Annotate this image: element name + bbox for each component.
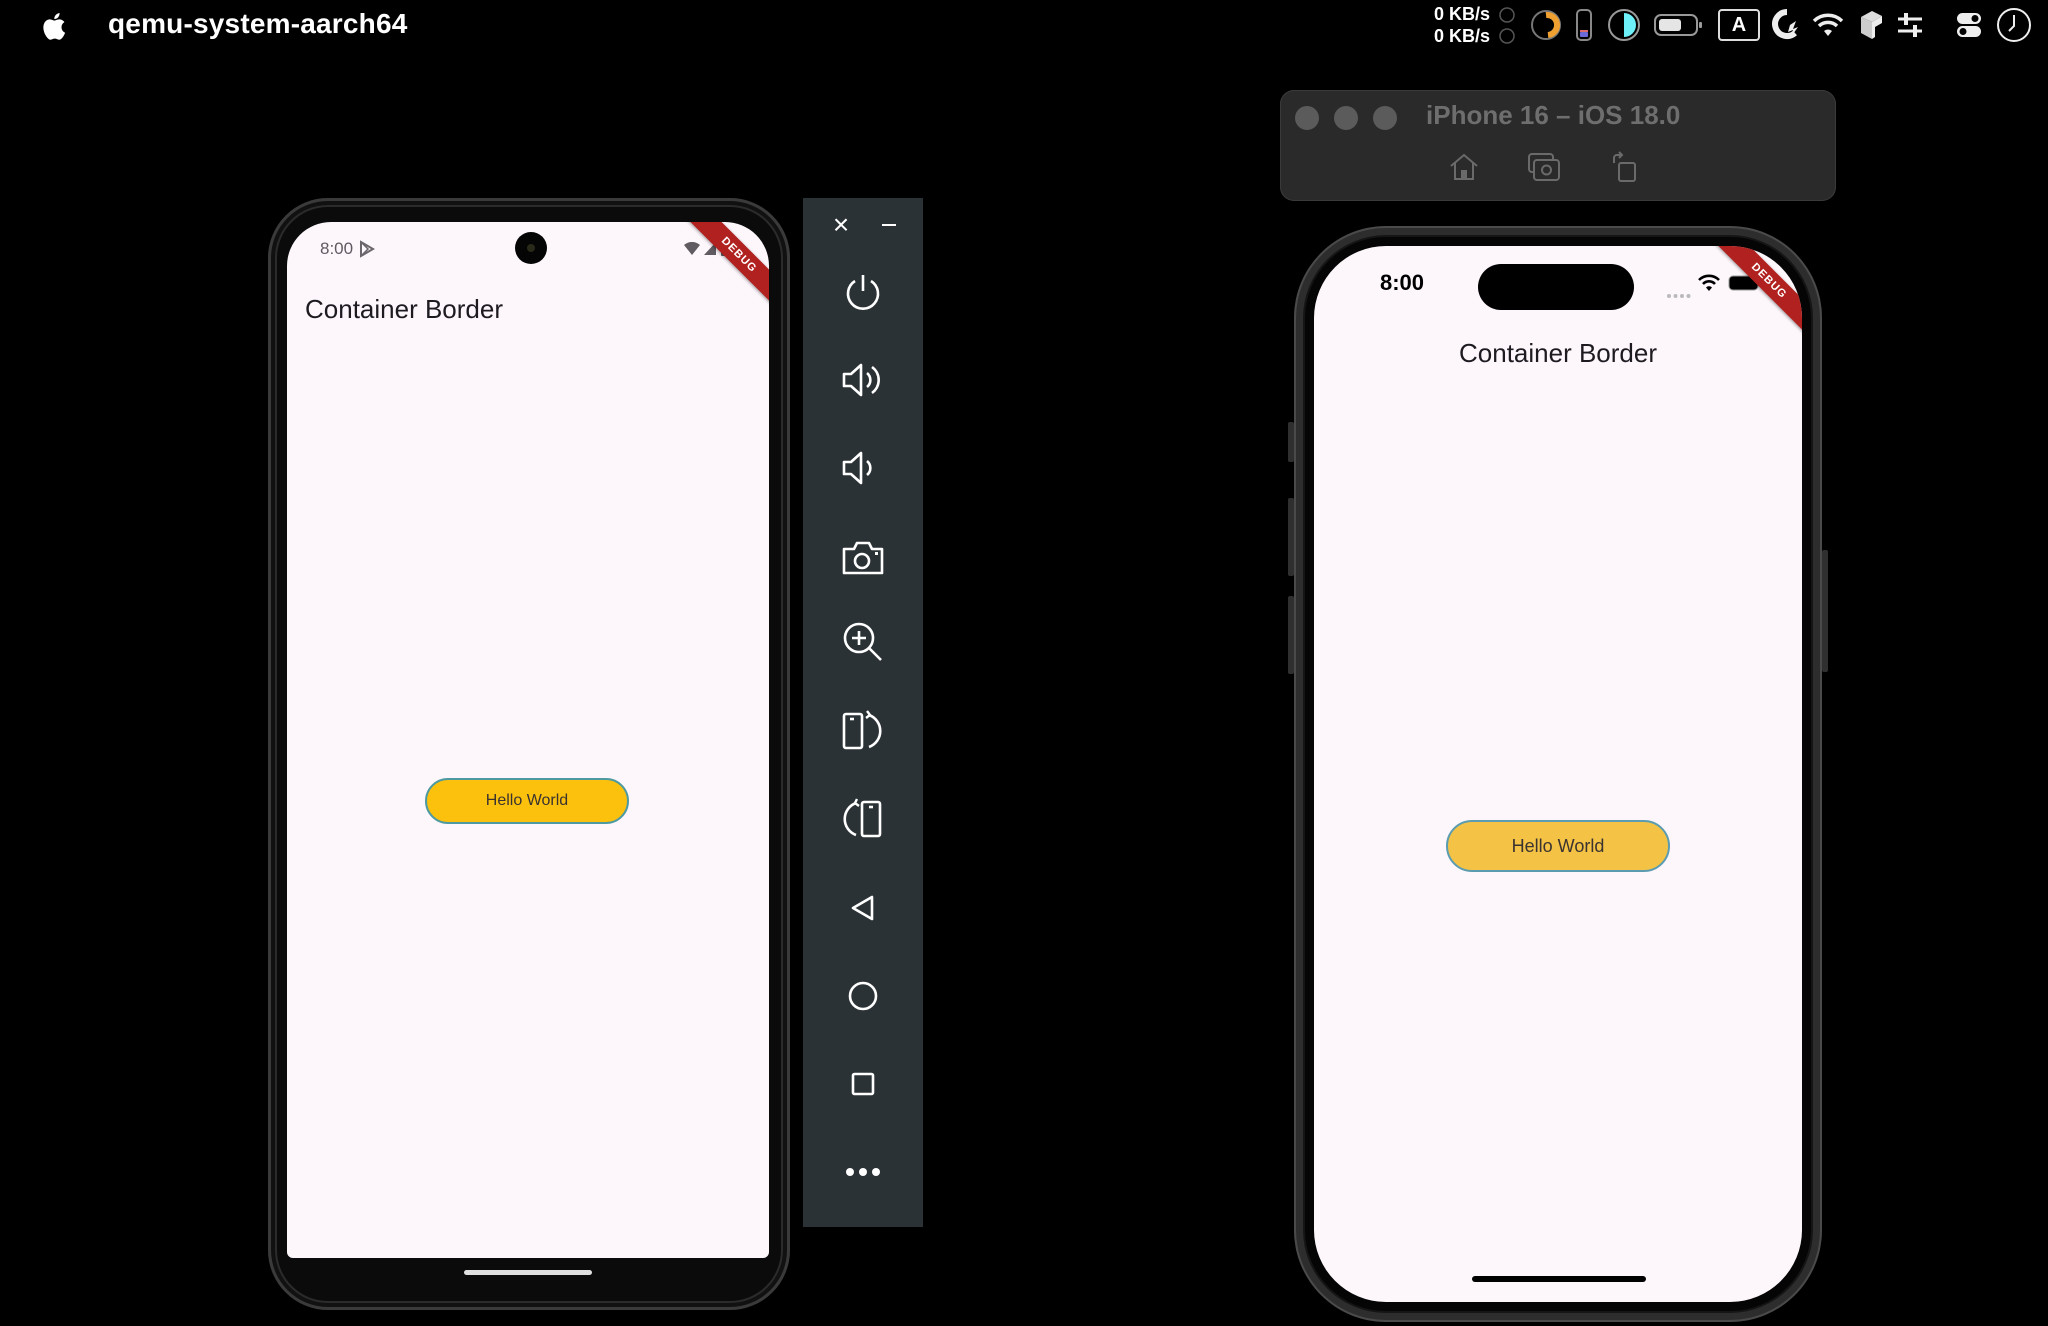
power-icon (846, 275, 880, 310)
close-icon: × (832, 209, 850, 240)
android-status-time: 8:00 (320, 239, 354, 258)
rotate-left-button[interactable] (803, 700, 923, 760)
power-button[interactable] (803, 262, 923, 322)
rotate-right-icon (843, 798, 882, 838)
iphone-screen[interactable]: 8:00 DEBUG Container Border Hello World (1314, 246, 1802, 1302)
gesture-navigation-bar[interactable] (464, 1270, 592, 1275)
android-screen[interactable]: 8:00 DEBUG Container Border Hello World (287, 222, 769, 1258)
ios-wifi-icon (1698, 274, 1720, 297)
zoom-in-icon (843, 622, 882, 661)
more-options-button[interactable] (803, 1142, 923, 1202)
hello-world-button[interactable]: Hello World (1446, 820, 1670, 872)
network-speed[interactable]: 0 KB/s 0 KB/s (1428, 3, 1490, 47)
control-center-icon[interactable] (1952, 6, 1986, 44)
cube-icon[interactable] (1856, 6, 1886, 44)
volume-down-side-button[interactable] (1288, 596, 1294, 674)
play-store-notification-icon (359, 240, 375, 263)
network-indicator-icon (1498, 6, 1516, 51)
more-dots-icon (846, 1168, 880, 1176)
clock-icon[interactable] (1994, 6, 2034, 44)
close-emulator-button[interactable]: × (821, 209, 861, 240)
simulator-rotate-button[interactable] (1604, 147, 1644, 187)
wifi-icon[interactable] (1810, 6, 1846, 44)
active-app-name[interactable]: qemu-system-aarch64 (108, 8, 408, 40)
rotate-right-button[interactable] (803, 788, 923, 848)
volume-up-icon (842, 363, 880, 397)
android-device-frame: 8:00 DEBUG Container Border Hello World (268, 198, 790, 1310)
apple-logo-icon[interactable] (38, 8, 72, 44)
screenshot-icon (1528, 153, 1560, 181)
overview-square-icon (851, 1072, 875, 1096)
home-button[interactable] (803, 966, 923, 1026)
rotate-icon (1613, 151, 1636, 182)
minimize-icon (882, 224, 896, 226)
ios-status-time: 8:00 (1380, 270, 1425, 295)
simulator-screenshot-button[interactable] (1524, 147, 1564, 187)
hello-world-button[interactable]: Hello World (425, 778, 629, 824)
rotate-left-icon (842, 710, 882, 750)
home-icon (1450, 153, 1478, 180)
home-circle-icon (848, 981, 878, 1011)
screenshot-button[interactable] (803, 528, 923, 588)
activity-ring-icon[interactable] (1526, 6, 1566, 44)
input-source-label: A (1718, 9, 1760, 41)
minimize-emulator-button[interactable] (869, 210, 909, 240)
cellular-signal-icon (1666, 286, 1692, 304)
front-camera-icon (515, 232, 547, 264)
volume-down-icon (842, 451, 872, 485)
back-button[interactable] (803, 878, 923, 938)
battery-icon[interactable] (1652, 6, 1706, 44)
window-minimize-button[interactable] (1334, 106, 1358, 130)
phone-battery-icon[interactable] (1572, 6, 1596, 44)
side-power-button[interactable] (1822, 550, 1828, 672)
download-speed: 0 KB/s (1433, 26, 1490, 46)
window-zoom-button[interactable] (1373, 106, 1397, 130)
action-button[interactable] (1288, 422, 1294, 462)
window-close-button[interactable] (1295, 106, 1319, 130)
home-indicator[interactable] (1472, 1276, 1646, 1282)
volume-down-button[interactable] (803, 438, 923, 498)
sliders-icon[interactable] (1892, 6, 1928, 44)
app-bar-title: Container Border (305, 294, 503, 324)
navigation-title: Container Border (1459, 338, 1657, 368)
overview-button[interactable] (803, 1054, 923, 1114)
ios-simulator-titlebar: iPhone 16 – iOS 18.0 (1280, 90, 1836, 201)
menu-bar: qemu-system-aarch64 0 KB/s 0 KB/s A (0, 0, 2048, 52)
half-moon-icon[interactable] (1604, 6, 1644, 44)
volume-up-button[interactable] (803, 350, 923, 410)
upload-speed: 0 KB/s (1433, 4, 1490, 24)
input-source-icon[interactable]: A (1716, 6, 1762, 44)
dynamic-island (1478, 264, 1634, 310)
camera-icon (842, 541, 884, 575)
quick-action-icon[interactable] (1770, 6, 1804, 44)
debug-banner: DEBUG (678, 222, 769, 316)
simulator-window-title: iPhone 16 – iOS 18.0 (1426, 100, 1681, 130)
zoom-button[interactable] (803, 612, 923, 672)
iphone-device-frame: 8:00 DEBUG Container Border Hello World (1288, 226, 1828, 1322)
back-triangle-icon (851, 895, 874, 921)
android-wifi-icon (683, 241, 701, 261)
emulator-toolbar: × (803, 198, 923, 1227)
volume-up-side-button[interactable] (1288, 498, 1294, 576)
simulator-home-button[interactable] (1444, 147, 1484, 187)
